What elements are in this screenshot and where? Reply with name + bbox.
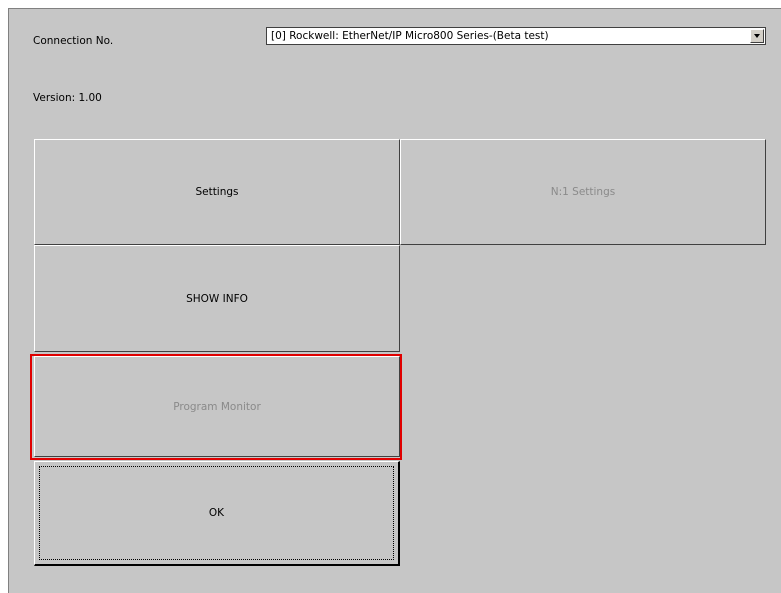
connection-select-value: [0] Rockwell: EtherNet/IP Micro800 Serie… [271, 30, 549, 42]
show-info-button-label: SHOW INFO [186, 292, 248, 305]
show-info-button[interactable]: SHOW INFO [34, 245, 400, 352]
dropdown-button[interactable] [750, 29, 764, 43]
program-monitor-button-label: Program Monitor [173, 400, 261, 413]
n1-settings-button-label: N:1 Settings [550, 186, 616, 198]
version-label: Version: 1.00 [33, 92, 102, 104]
program-monitor-button[interactable]: Program Monitor [34, 356, 400, 457]
connection-number-label: Connection No. [33, 35, 114, 47]
chevron-down-icon [754, 34, 760, 38]
connection-select[interactable]: [0] Rockwell: EtherNet/IP Micro800 Serie… [266, 27, 766, 45]
settings-button[interactable]: Settings [34, 139, 400, 245]
settings-button-label: Settings [195, 186, 239, 198]
ok-button-label: OK [208, 507, 225, 519]
ok-button[interactable]: OK [34, 461, 400, 566]
n1-settings-button[interactable]: N:1 Settings [400, 139, 766, 245]
connection-settings-window: Connection No. [0] Rockwell: EtherNet/IP… [8, 8, 781, 593]
